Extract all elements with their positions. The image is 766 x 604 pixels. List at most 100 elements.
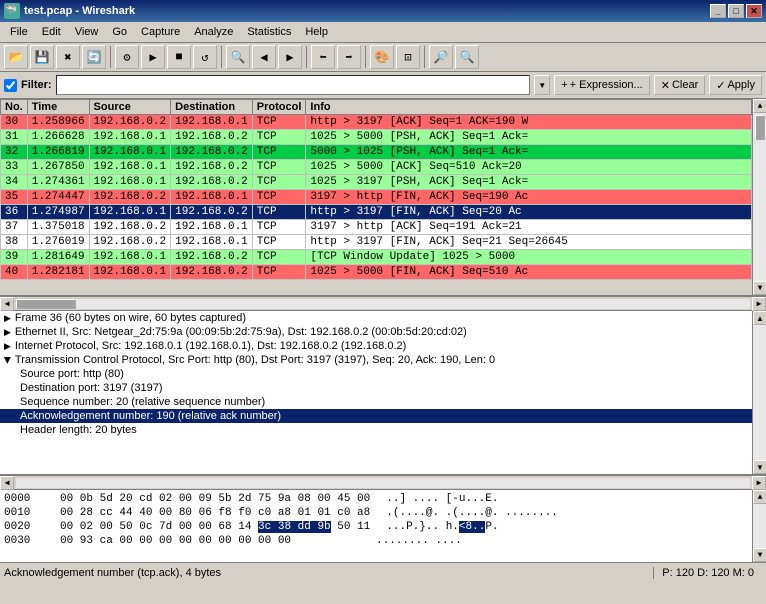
vscroll-up-button[interactable]: ▲ bbox=[753, 99, 766, 113]
table-row[interactable]: 341.274361192.168.0.1192.168.0.2TCP1025 … bbox=[1, 175, 752, 190]
close-capture-button[interactable]: ✖ bbox=[56, 45, 80, 69]
hscroll-thumb[interactable] bbox=[16, 299, 76, 309]
table-row[interactable]: 381.276019192.168.0.2192.168.0.1TCPhttp … bbox=[1, 235, 752, 250]
clear-button[interactable]: ✕ Clear bbox=[654, 75, 706, 95]
status-right: P: 120 D: 120 M: 0 bbox=[653, 567, 762, 579]
find-packet-button[interactable]: 🔍 bbox=[226, 45, 250, 69]
filter-dropdown-button[interactable]: ▼ bbox=[534, 75, 550, 95]
hex-ascii: ........ .... bbox=[376, 535, 462, 547]
tcp-detail-row[interactable]: ▶ Transmission Control Protocol, Src Por… bbox=[0, 353, 752, 367]
table-row[interactable]: 391.281649192.168.0.1192.168.0.2TCP[TCP … bbox=[1, 250, 752, 265]
expression-button[interactable]: + + Expression... bbox=[554, 75, 650, 95]
colorize-button[interactable]: 🎨 bbox=[370, 45, 394, 69]
go-forward-button[interactable]: ➡ bbox=[337, 45, 361, 69]
reload-button[interactable]: 🔄 bbox=[82, 45, 106, 69]
tcp-child-row[interactable]: Source port: http (80) bbox=[0, 367, 752, 381]
table-row[interactable]: 321.266819192.168.0.1192.168.0.2TCP5000 … bbox=[1, 145, 752, 160]
menu-capture[interactable]: Capture bbox=[135, 24, 186, 40]
table-row[interactable]: 311.266628192.168.0.1192.168.0.2TCP1025 … bbox=[1, 130, 752, 145]
detail-hscroll-left[interactable]: ◀ bbox=[0, 476, 14, 490]
tcp-child-row[interactable]: Destination port: 3197 (3197) bbox=[0, 381, 752, 395]
packet-list-vscroll[interactable]: ▲ ▼ bbox=[752, 99, 766, 295]
table-row[interactable]: 301.258966192.168.0.2192.168.0.1TCPhttp … bbox=[1, 115, 752, 130]
filter-bar: Filter: ▼ + + Expression... ✕ Clear ✓ Ap… bbox=[0, 72, 766, 99]
frame-detail-row[interactable]: ▶ Frame 36 (60 bytes on wire, 60 bytes c… bbox=[0, 311, 752, 325]
col-protocol: Protocol bbox=[252, 100, 306, 115]
detail-vscroll-track bbox=[753, 325, 766, 460]
packet-list-hscroll[interactable]: ◀ ▶ bbox=[0, 297, 766, 311]
find-prev-button[interactable]: ◀ bbox=[252, 45, 276, 69]
menu-view[interactable]: View bbox=[69, 24, 105, 40]
collapse-icon: ▶ bbox=[2, 357, 13, 364]
tcp-detail-text: Transmission Control Protocol, Src Port:… bbox=[15, 354, 495, 366]
stop-capture-button[interactable]: ■ bbox=[167, 45, 191, 69]
menu-analyze[interactable]: Analyze bbox=[188, 24, 239, 40]
detail-vscroll-down[interactable]: ▼ bbox=[753, 460, 766, 474]
toolbar-separator-4 bbox=[365, 46, 366, 68]
hscroll-right-button[interactable]: ▶ bbox=[752, 297, 766, 311]
apply-icon: ✓ bbox=[716, 79, 725, 92]
close-button[interactable]: ✕ bbox=[746, 4, 762, 18]
hex-row: 0020 00 02 00 50 0c 7d 00 00 68 14 3c 38 … bbox=[4, 520, 752, 534]
menu-edit[interactable]: Edit bbox=[36, 24, 67, 40]
hex-vscroll-track bbox=[753, 504, 766, 548]
detail-vscroll[interactable]: ▲ ▼ bbox=[752, 311, 766, 474]
hex-bytes: 00 02 00 50 0c 7d 00 00 68 14 3c 38 dd 9… bbox=[60, 521, 370, 533]
vscroll-thumb[interactable] bbox=[755, 115, 765, 140]
hex-offset: 0000 bbox=[4, 493, 44, 505]
options-button[interactable]: ⚙ bbox=[115, 45, 139, 69]
table-row[interactable]: 351.274447192.168.0.2192.168.0.1TCP3197 … bbox=[1, 190, 752, 205]
menu-file[interactable]: File bbox=[4, 24, 34, 40]
menu-go[interactable]: Go bbox=[106, 24, 133, 40]
clear-icon: ✕ bbox=[661, 79, 670, 92]
toolbar-separator-5 bbox=[424, 46, 425, 68]
go-back-button[interactable]: ⬅ bbox=[311, 45, 335, 69]
menu-statistics[interactable]: Statistics bbox=[241, 24, 297, 40]
app-icon: 🦈 bbox=[4, 3, 20, 19]
tcp-child-row[interactable]: Sequence number: 20 (relative sequence n… bbox=[0, 395, 752, 409]
resize-columns-button[interactable]: ⊡ bbox=[396, 45, 420, 69]
tcp-child-row[interactable]: Header length: 20 bytes bbox=[0, 423, 752, 437]
detail-hscroll[interactable]: ◀ ▶ bbox=[0, 476, 766, 490]
vscroll-down-button[interactable]: ▼ bbox=[753, 281, 766, 295]
maximize-button[interactable]: □ bbox=[728, 4, 744, 18]
hscroll-left-button[interactable]: ◀ bbox=[0, 297, 14, 311]
packet-list-scroll[interactable]: No. Time Source Destination Protocol Inf… bbox=[0, 99, 766, 295]
detail-vscroll-up[interactable]: ▲ bbox=[753, 311, 766, 325]
restart-button[interactable]: ↺ bbox=[193, 45, 217, 69]
detail-hscroll-right[interactable]: ▶ bbox=[752, 476, 766, 490]
hex-offset: 0020 bbox=[4, 521, 44, 533]
find-next-button[interactable]: ▶ bbox=[278, 45, 302, 69]
window-title: test.pcap - Wireshark bbox=[24, 5, 135, 17]
menu-help[interactable]: Help bbox=[299, 24, 334, 40]
ascii-highlight: <8.. bbox=[459, 521, 485, 533]
packet-detail-panel[interactable]: ▶ Frame 36 (60 bytes on wire, 60 bytes c… bbox=[0, 311, 766, 476]
vscroll-track bbox=[753, 113, 766, 281]
table-row[interactable]: 331.267850192.168.0.1192.168.0.2TCP1025 … bbox=[1, 160, 752, 175]
expand-icon: ▶ bbox=[4, 341, 11, 352]
status-bar: Acknowledgement number (tcp.ack), 4 byte… bbox=[0, 562, 766, 582]
hex-ascii: ..] .... [-u...E. bbox=[386, 493, 498, 505]
filter-input[interactable] bbox=[56, 75, 531, 95]
apply-button[interactable]: ✓ Apply bbox=[709, 75, 762, 95]
hex-vscroll-up[interactable]: ▲ bbox=[753, 490, 766, 504]
filter-checkbox[interactable] bbox=[4, 79, 17, 92]
zoom-out-button[interactable]: 🔍 bbox=[455, 45, 479, 69]
hex-vscroll[interactable]: ▲ ▼ bbox=[752, 490, 766, 562]
ip-detail-row[interactable]: ▶ Internet Protocol, Src: 192.168.0.1 (1… bbox=[0, 339, 752, 353]
open-button[interactable]: 📂 bbox=[4, 45, 28, 69]
table-row[interactable]: 371.375018192.168.0.2192.168.0.1TCP3197 … bbox=[1, 220, 752, 235]
hex-vscroll-down[interactable]: ▼ bbox=[753, 548, 766, 562]
table-row[interactable]: 401.282181192.168.0.1192.168.0.2TCP1025 … bbox=[1, 265, 752, 280]
hex-row: 003000 93 ca 00 00 00 00 00 00 00 00 00.… bbox=[4, 534, 752, 548]
minimize-button[interactable]: _ bbox=[710, 4, 726, 18]
expand-icon: ▶ bbox=[4, 313, 11, 324]
tcp-child-row[interactable]: Acknowledgement number: 190 (relative ac… bbox=[0, 409, 752, 423]
title-bar: 🦈 test.pcap - Wireshark _ □ ✕ bbox=[0, 0, 766, 22]
start-capture-button[interactable]: ▶ bbox=[141, 45, 165, 69]
ethernet-detail-row[interactable]: ▶ Ethernet II, Src: Netgear_2d:75:9a (00… bbox=[0, 325, 752, 339]
window-controls: _ □ ✕ bbox=[710, 4, 762, 18]
save-button[interactable]: 💾 bbox=[30, 45, 54, 69]
table-row[interactable]: 361.274987192.168.0.1192.168.0.2TCPhttp … bbox=[1, 205, 752, 220]
zoom-in-button[interactable]: 🔎 bbox=[429, 45, 453, 69]
